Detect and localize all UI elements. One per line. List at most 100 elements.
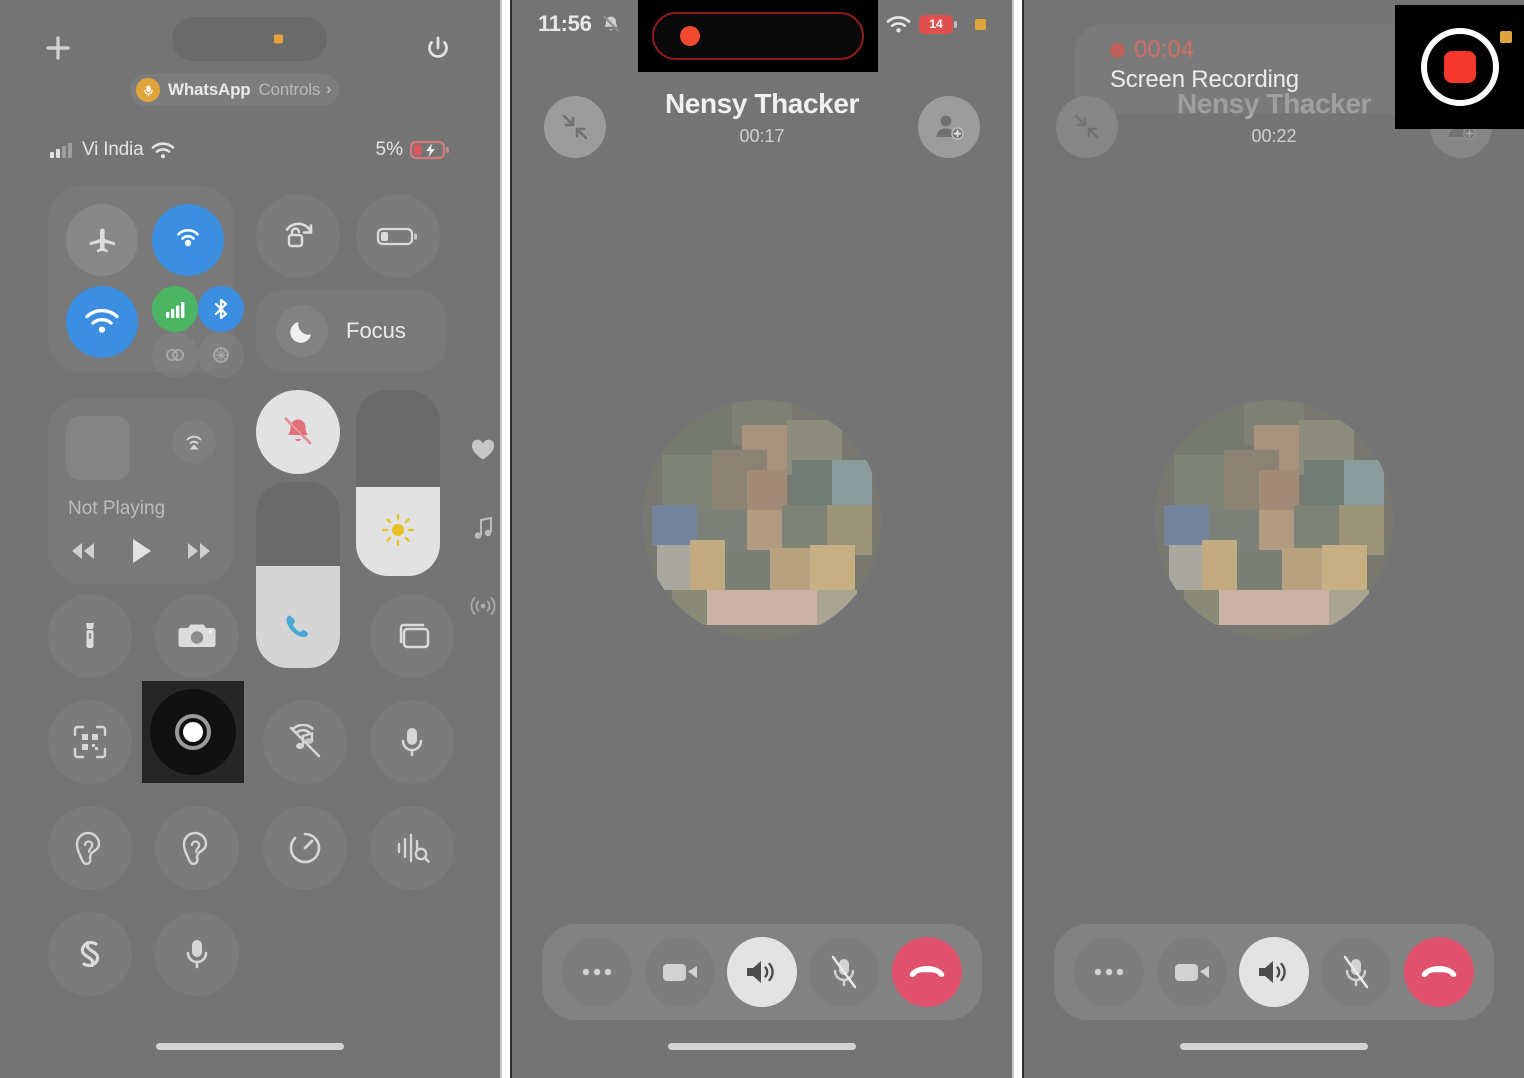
more-options-button[interactable] xyxy=(1074,937,1145,1007)
battery-percent-label: 5% xyxy=(375,139,403,160)
mute-button[interactable] xyxy=(1321,937,1392,1007)
brightness-slider[interactable] xyxy=(356,390,440,576)
focus-tile[interactable]: Focus xyxy=(256,290,446,372)
hearing-aids-button[interactable] xyxy=(155,806,240,890)
bluetooth-toggle[interactable] xyxy=(198,286,244,332)
video-call-button[interactable] xyxy=(644,937,715,1007)
add-person-button[interactable] xyxy=(918,96,980,158)
control-buttons-area xyxy=(48,594,454,1018)
screen-recording-banner[interactable]: 00:04 Screen Recording xyxy=(1074,24,1444,114)
contact-avatar-blurred xyxy=(1154,400,1394,640)
stop-recording-highlight xyxy=(1395,5,1524,129)
screen-mirroring-icon xyxy=(399,623,430,649)
media-player-tile[interactable]: Not Playing xyxy=(48,398,234,584)
end-call-icon xyxy=(1421,966,1456,977)
camera-icon xyxy=(178,624,216,647)
voice-memo-button[interactable] xyxy=(369,700,454,784)
cellular-data-toggle[interactable] xyxy=(152,286,198,332)
ear-icon xyxy=(183,831,208,866)
rotation-lock-icon xyxy=(285,222,313,248)
contact-avatar-blurred xyxy=(642,400,882,640)
shazam-icon xyxy=(80,940,100,968)
code-scanner-button[interactable] xyxy=(48,700,132,784)
home-indicator xyxy=(1180,1043,1368,1050)
status-row: Vi India 5% xyxy=(0,130,500,170)
moon-icon xyxy=(276,305,328,357)
chevron-right-icon: › xyxy=(326,81,332,98)
more-options-button[interactable] xyxy=(562,937,633,1007)
airplay-icon[interactable] xyxy=(172,420,216,464)
add-control-button[interactable] xyxy=(38,28,78,68)
call-screen-panel-recording: Nensy Thacker 00:22 00:04 Screen Recordi… xyxy=(1024,0,1524,1078)
cellular-signal-icon xyxy=(50,143,72,158)
ellipsis-icon xyxy=(1094,968,1124,976)
home-indicator xyxy=(156,1043,344,1050)
rotation-lock-toggle[interactable] xyxy=(256,194,340,278)
airplane-icon xyxy=(89,228,115,253)
airdrop-toggle[interactable] xyxy=(152,332,198,378)
power-button[interactable] xyxy=(418,28,458,68)
call-header: Nensy Thacker 00:17 xyxy=(512,88,1012,158)
battery-indicator: 14 xyxy=(919,14,957,34)
carrier-label: Vi India xyxy=(82,139,144,160)
bluetooth-icon xyxy=(214,298,228,320)
camera-button[interactable] xyxy=(155,594,240,678)
antenna-icon xyxy=(177,229,199,247)
speaker-button[interactable] xyxy=(1238,937,1309,1007)
screen-mirroring-button[interactable] xyxy=(369,594,454,678)
connectivity-module xyxy=(48,186,244,378)
record-indicator-icon xyxy=(1110,42,1125,58)
microphone-icon xyxy=(401,728,423,757)
low-power-mode-toggle[interactable] xyxy=(356,194,440,278)
recording-timer: 00:04 xyxy=(1134,36,1195,63)
minimize-call-button[interactable] xyxy=(544,96,606,158)
speaker-button[interactable] xyxy=(726,937,797,1007)
video-camera-icon xyxy=(662,964,697,981)
ellipsis-icon xyxy=(582,968,612,976)
hearing-button[interactable] xyxy=(48,806,132,890)
panel-divider-1 xyxy=(500,0,512,1078)
mic-indicator-icon xyxy=(1500,31,1512,43)
music-recognition-off-button[interactable] xyxy=(262,700,347,784)
voice-control-button[interactable] xyxy=(155,912,240,996)
shazam-button[interactable] xyxy=(48,912,132,996)
bell-slash-icon xyxy=(602,15,619,32)
play-icon[interactable] xyxy=(128,536,154,566)
video-camera-icon xyxy=(1174,964,1209,981)
flashlight-icon xyxy=(86,623,94,648)
cellular-toggle[interactable] xyxy=(152,204,224,276)
music-recognition-off-icon xyxy=(289,724,320,758)
end-call-button[interactable] xyxy=(1403,937,1474,1007)
pill-app-name: WhatsApp xyxy=(168,80,251,99)
speaker-icon xyxy=(1258,961,1286,983)
timer-button[interactable] xyxy=(262,806,347,890)
rewind-icon[interactable] xyxy=(66,540,100,562)
mute-button[interactable] xyxy=(809,937,880,1007)
microphone-slash-icon xyxy=(1344,955,1369,989)
dynamic-island[interactable] xyxy=(652,12,864,60)
screen-recording-button[interactable] xyxy=(150,689,236,775)
home-indicator xyxy=(668,1043,856,1050)
silent-mode-toggle[interactable] xyxy=(256,390,340,474)
pill-label: Controls xyxy=(258,80,321,99)
video-call-button[interactable] xyxy=(1156,937,1227,1007)
dynamic-island-highlight xyxy=(638,0,878,72)
app-controls-pill[interactable]: WhatsApp Controls › xyxy=(130,74,340,106)
flashlight-button[interactable] xyxy=(48,594,132,678)
battery-charging-icon xyxy=(410,140,449,160)
end-call-button[interactable] xyxy=(891,937,962,1007)
fastforward-icon[interactable] xyxy=(182,540,216,562)
battery-level: 14 xyxy=(929,17,943,31)
record-icon xyxy=(175,714,211,750)
wifi-toggle[interactable] xyxy=(66,286,138,358)
stop-recording-button[interactable] xyxy=(1420,28,1499,106)
signal-bars-icon xyxy=(166,302,185,318)
airplane-mode-toggle[interactable] xyxy=(66,204,138,276)
qr-scanner-icon xyxy=(73,725,107,759)
stop-record-icon xyxy=(1443,51,1476,83)
personal-hotspot-toggle[interactable] xyxy=(198,332,244,378)
sound-recognition-button[interactable] xyxy=(369,806,454,890)
control-center-panel: WhatsApp Controls › Vi India 5% Focus No… xyxy=(0,0,500,1078)
end-call-icon xyxy=(909,966,944,977)
ear-icon xyxy=(75,831,101,866)
